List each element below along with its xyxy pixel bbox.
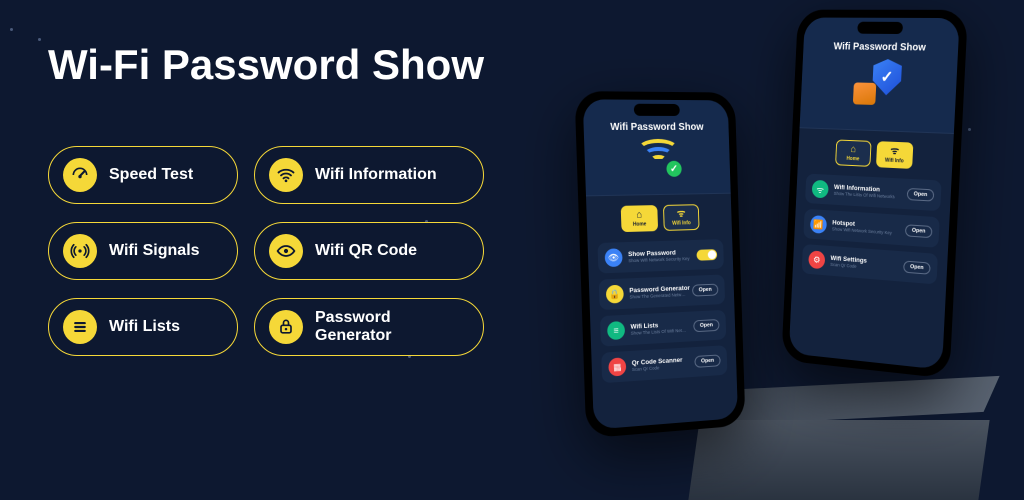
feature-password-generator: Password Generator [254,298,484,356]
wifi-icon: ᯤ [812,180,829,199]
wifi-icon [269,158,303,192]
feature-wifi-signals: Wifi Signals [48,222,238,280]
open-button[interactable]: Open [694,354,720,368]
open-button[interactable]: Open [907,188,935,202]
eye-icon: 👁 [605,248,623,267]
row-show-password[interactable]: 👁 Show PasswordShow Wifi Network Securit… [597,239,724,273]
feature-grid: Speed Test Wifi Information Wifi Signals… [48,146,488,356]
list-icon: ≡ [607,321,625,340]
open-button[interactable]: Open [903,261,931,275]
shield-lock-icon: ✓ [849,58,906,107]
feature-wifi-qr-code: Wifi QR Code [254,222,484,280]
feature-label: Speed Test [109,166,193,184]
row-wifi-lists[interactable]: ≡ Wifi ListsShow The Lists Of Wifi Netwo… [600,310,726,347]
lock-icon [269,310,303,344]
tab-home[interactable]: ⌂Home [621,205,658,232]
feature-label: Password Generator [315,309,469,344]
phone-mockup-home: Wifi Password Show ✓ ⌂Home ᯤWifi Info 👁 [574,91,745,438]
hotspot-icon: 📶 [810,215,827,234]
row-password-generator[interactable]: 🔒 Password GeneratorShow The Generated N… [599,274,725,310]
row-wifi-settings[interactable]: ⚙ Wifi SettingsScan Qr Code Open [802,244,938,284]
main-heading: Wi-Fi Password Show [48,40,488,90]
tab-wifi-info[interactable]: ᯤWifi Info [663,204,700,231]
feature-label: Wifi Information [315,166,437,184]
feature-label: Wifi Signals [109,242,200,260]
phone-mockups: Wifi Password Show ✓ ⌂Home ᯤWifi Info 👁 [464,0,1024,500]
row-wifi-information[interactable]: ᯤ Wifi InformationShow The Lists Of Wifi… [805,174,942,212]
feature-wifi-information: Wifi Information [254,146,484,204]
lock-icon: 🔒 [606,285,624,304]
row-hotspot[interactable]: 📶 HotspotShow Wifi Network Security Key … [803,209,940,248]
gear-icon: ⚙ [808,250,825,269]
row-qr-scanner[interactable]: ▦ Qr Code ScannerScan Qr Code Open [601,345,727,383]
feature-wifi-lists: Wifi Lists [48,298,238,356]
phone-mockup-wifiinfo: Wifi Password Show ✓ ⌂Home ᯤWifi Info ᯤ … [781,10,968,379]
wifi-check-icon: ✓ [637,139,680,175]
phone1-title: Wifi Password Show [591,122,721,133]
feature-speed-test: Speed Test [48,146,238,204]
toggle-show-password[interactable] [696,249,717,261]
signal-icon [63,234,97,268]
list-icon [63,310,97,344]
open-button[interactable]: Open [905,224,933,238]
gauge-icon [63,158,97,192]
open-button[interactable]: Open [692,284,718,297]
qr-icon: ▦ [608,357,626,376]
feature-label: Wifi Lists [109,318,180,336]
phone2-title: Wifi Password Show [810,41,950,54]
tab-wifi-info[interactable]: ᯤWifi Info [876,141,913,169]
tab-home[interactable]: ⌂Home [835,139,872,166]
feature-label: Wifi QR Code [315,242,417,260]
eye-icon [269,234,303,268]
open-button[interactable]: Open [693,319,719,332]
